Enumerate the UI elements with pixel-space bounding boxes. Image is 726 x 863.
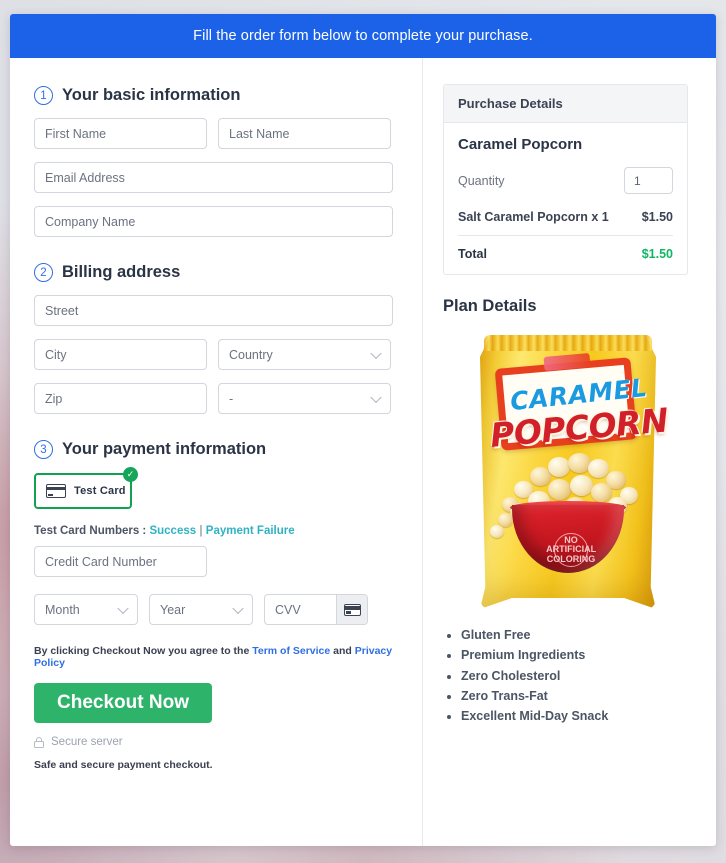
- total-row: Total $1.50: [458, 247, 673, 261]
- product-image-wrapper: CARAMEL POPCORN NO ARTIFICIAL COLORING: [443, 333, 693, 611]
- terms-of-service-link[interactable]: Term of Service: [252, 645, 330, 657]
- step-title-3: Your payment information: [62, 440, 267, 458]
- country-select-value: Country: [229, 347, 273, 362]
- section-header-payment-information: 3 Your payment information: [34, 440, 404, 459]
- expiry-month-value: Month: [45, 602, 80, 617]
- total-price: $1.50: [641, 247, 673, 261]
- first-name-input[interactable]: First Name: [34, 118, 207, 149]
- expiry-cvv-row: Month Year CVV: [34, 594, 404, 625]
- link-separator: |: [199, 525, 203, 537]
- plan-feature-item: Zero Cholesterol: [461, 666, 693, 686]
- terms-notice: By clicking Checkout Now you agree to th…: [34, 645, 404, 669]
- purchase-details-title: Purchase Details: [444, 85, 687, 123]
- quantity-label: Quantity: [458, 173, 505, 188]
- checkout-card: Fill the order form below to complete yo…: [10, 14, 716, 846]
- banner: Fill the order form below to complete yo…: [10, 14, 716, 58]
- banner-text: Fill the order form below to complete yo…: [193, 28, 533, 44]
- chevron-down-icon: [232, 602, 244, 614]
- summary-panel: Purchase Details Caramel Popcorn Quantit…: [423, 58, 715, 846]
- payment-failure-link[interactable]: Payment Failure: [206, 525, 295, 537]
- step-number-3: 3: [34, 440, 53, 459]
- quantity-row: Quantity 1: [458, 167, 673, 194]
- section-header-billing-address: 2 Billing address: [34, 263, 404, 282]
- test-card-numbers-row: Test Card Numbers : Success | Payment Fa…: [34, 525, 404, 537]
- street-input[interactable]: Street: [34, 295, 393, 326]
- step-title-2: Billing address: [62, 263, 181, 281]
- line-item-price: $1.50: [641, 210, 673, 224]
- plan-feature-item: Gluten Free: [461, 625, 693, 645]
- step-number-2: 2: [34, 263, 53, 282]
- purchase-details-card: Purchase Details Caramel Popcorn Quantit…: [443, 84, 688, 275]
- section-header-basic-information: 1 Your basic information: [34, 86, 404, 105]
- check-circle-icon: ✓: [123, 467, 138, 482]
- quantity-input[interactable]: 1: [624, 167, 673, 194]
- product-name: Caramel Popcorn: [458, 136, 583, 153]
- credit-card-icon: [46, 484, 66, 498]
- checkout-now-button[interactable]: Checkout Now: [34, 683, 212, 723]
- lock-icon: [34, 736, 44, 748]
- line-item-label: Salt Caramel Popcorn x 1: [458, 210, 609, 224]
- cvv-help-button[interactable]: [336, 595, 367, 624]
- cvv-input[interactable]: CVV: [265, 603, 336, 617]
- name-row: First Name Last Name: [34, 118, 404, 149]
- plan-features-list: Gluten Free Premium Ingredients Zero Cho…: [443, 625, 693, 726]
- popcorn-bag-image: CARAMEL POPCORN NO ARTIFICIAL COLORING: [470, 333, 670, 611]
- chevron-down-icon: [370, 391, 382, 403]
- total-label: Total: [458, 247, 487, 261]
- city-country-row: City Country: [34, 339, 404, 370]
- zip-state-row: Zip -: [34, 383, 404, 414]
- divider: [458, 235, 673, 236]
- plan-feature-item: Premium Ingredients: [461, 645, 693, 665]
- purchase-details-body: Caramel Popcorn Quantity 1 Salt Caramel …: [444, 123, 687, 274]
- test-card-label: Test Card: [74, 485, 126, 497]
- step-number-1: 1: [34, 86, 53, 105]
- test-card-option[interactable]: Test Card ✓: [34, 467, 138, 509]
- company-row: Company Name: [34, 206, 404, 237]
- expiry-year-value: Year: [160, 602, 186, 617]
- safe-checkout-note: Safe and secure payment checkout.: [34, 759, 213, 771]
- cvv-field[interactable]: CVV: [264, 594, 368, 625]
- step-title-1: Your basic information: [62, 86, 241, 104]
- state-select[interactable]: -: [218, 383, 391, 414]
- city-input[interactable]: City: [34, 339, 207, 370]
- credit-card-number-input[interactable]: Credit Card Number: [34, 546, 207, 577]
- secure-server-label: Secure server: [51, 736, 123, 748]
- card-body: 1 Your basic information First Name Last…: [10, 58, 716, 846]
- state-select-value: -: [229, 391, 234, 406]
- last-name-input[interactable]: Last Name: [218, 118, 391, 149]
- credit-card-icon: [343, 603, 361, 616]
- plan-details-title: Plan Details: [443, 297, 537, 315]
- no-artificial-coloring-seal: NO ARTIFICIAL COLORING: [546, 533, 596, 567]
- test-card-numbers-label: Test Card Numbers :: [34, 525, 147, 537]
- plan-feature-item: Excellent Mid-Day Snack: [461, 706, 693, 726]
- chevron-down-icon: [117, 602, 129, 614]
- order-form: 1 Your basic information First Name Last…: [10, 58, 423, 846]
- secure-server-note: Secure server: [34, 736, 404, 748]
- success-link[interactable]: Success: [149, 525, 196, 537]
- email-input[interactable]: Email Address: [34, 162, 393, 193]
- chevron-down-icon: [370, 347, 382, 359]
- plan-feature-item: Zero Trans-Fat: [461, 686, 693, 706]
- terms-prefix: By clicking Checkout Now you agree to th…: [34, 645, 250, 657]
- terms-conjunction: and: [333, 645, 352, 657]
- line-item-row: Salt Caramel Popcorn x 1 $1.50: [458, 210, 673, 224]
- email-row: Email Address: [34, 162, 404, 193]
- expiry-month-select[interactable]: Month: [34, 594, 138, 625]
- country-select[interactable]: Country: [218, 339, 391, 370]
- street-row: Street: [34, 295, 404, 326]
- expiry-year-select[interactable]: Year: [149, 594, 253, 625]
- company-name-input[interactable]: Company Name: [34, 206, 393, 237]
- zip-input[interactable]: Zip: [34, 383, 207, 414]
